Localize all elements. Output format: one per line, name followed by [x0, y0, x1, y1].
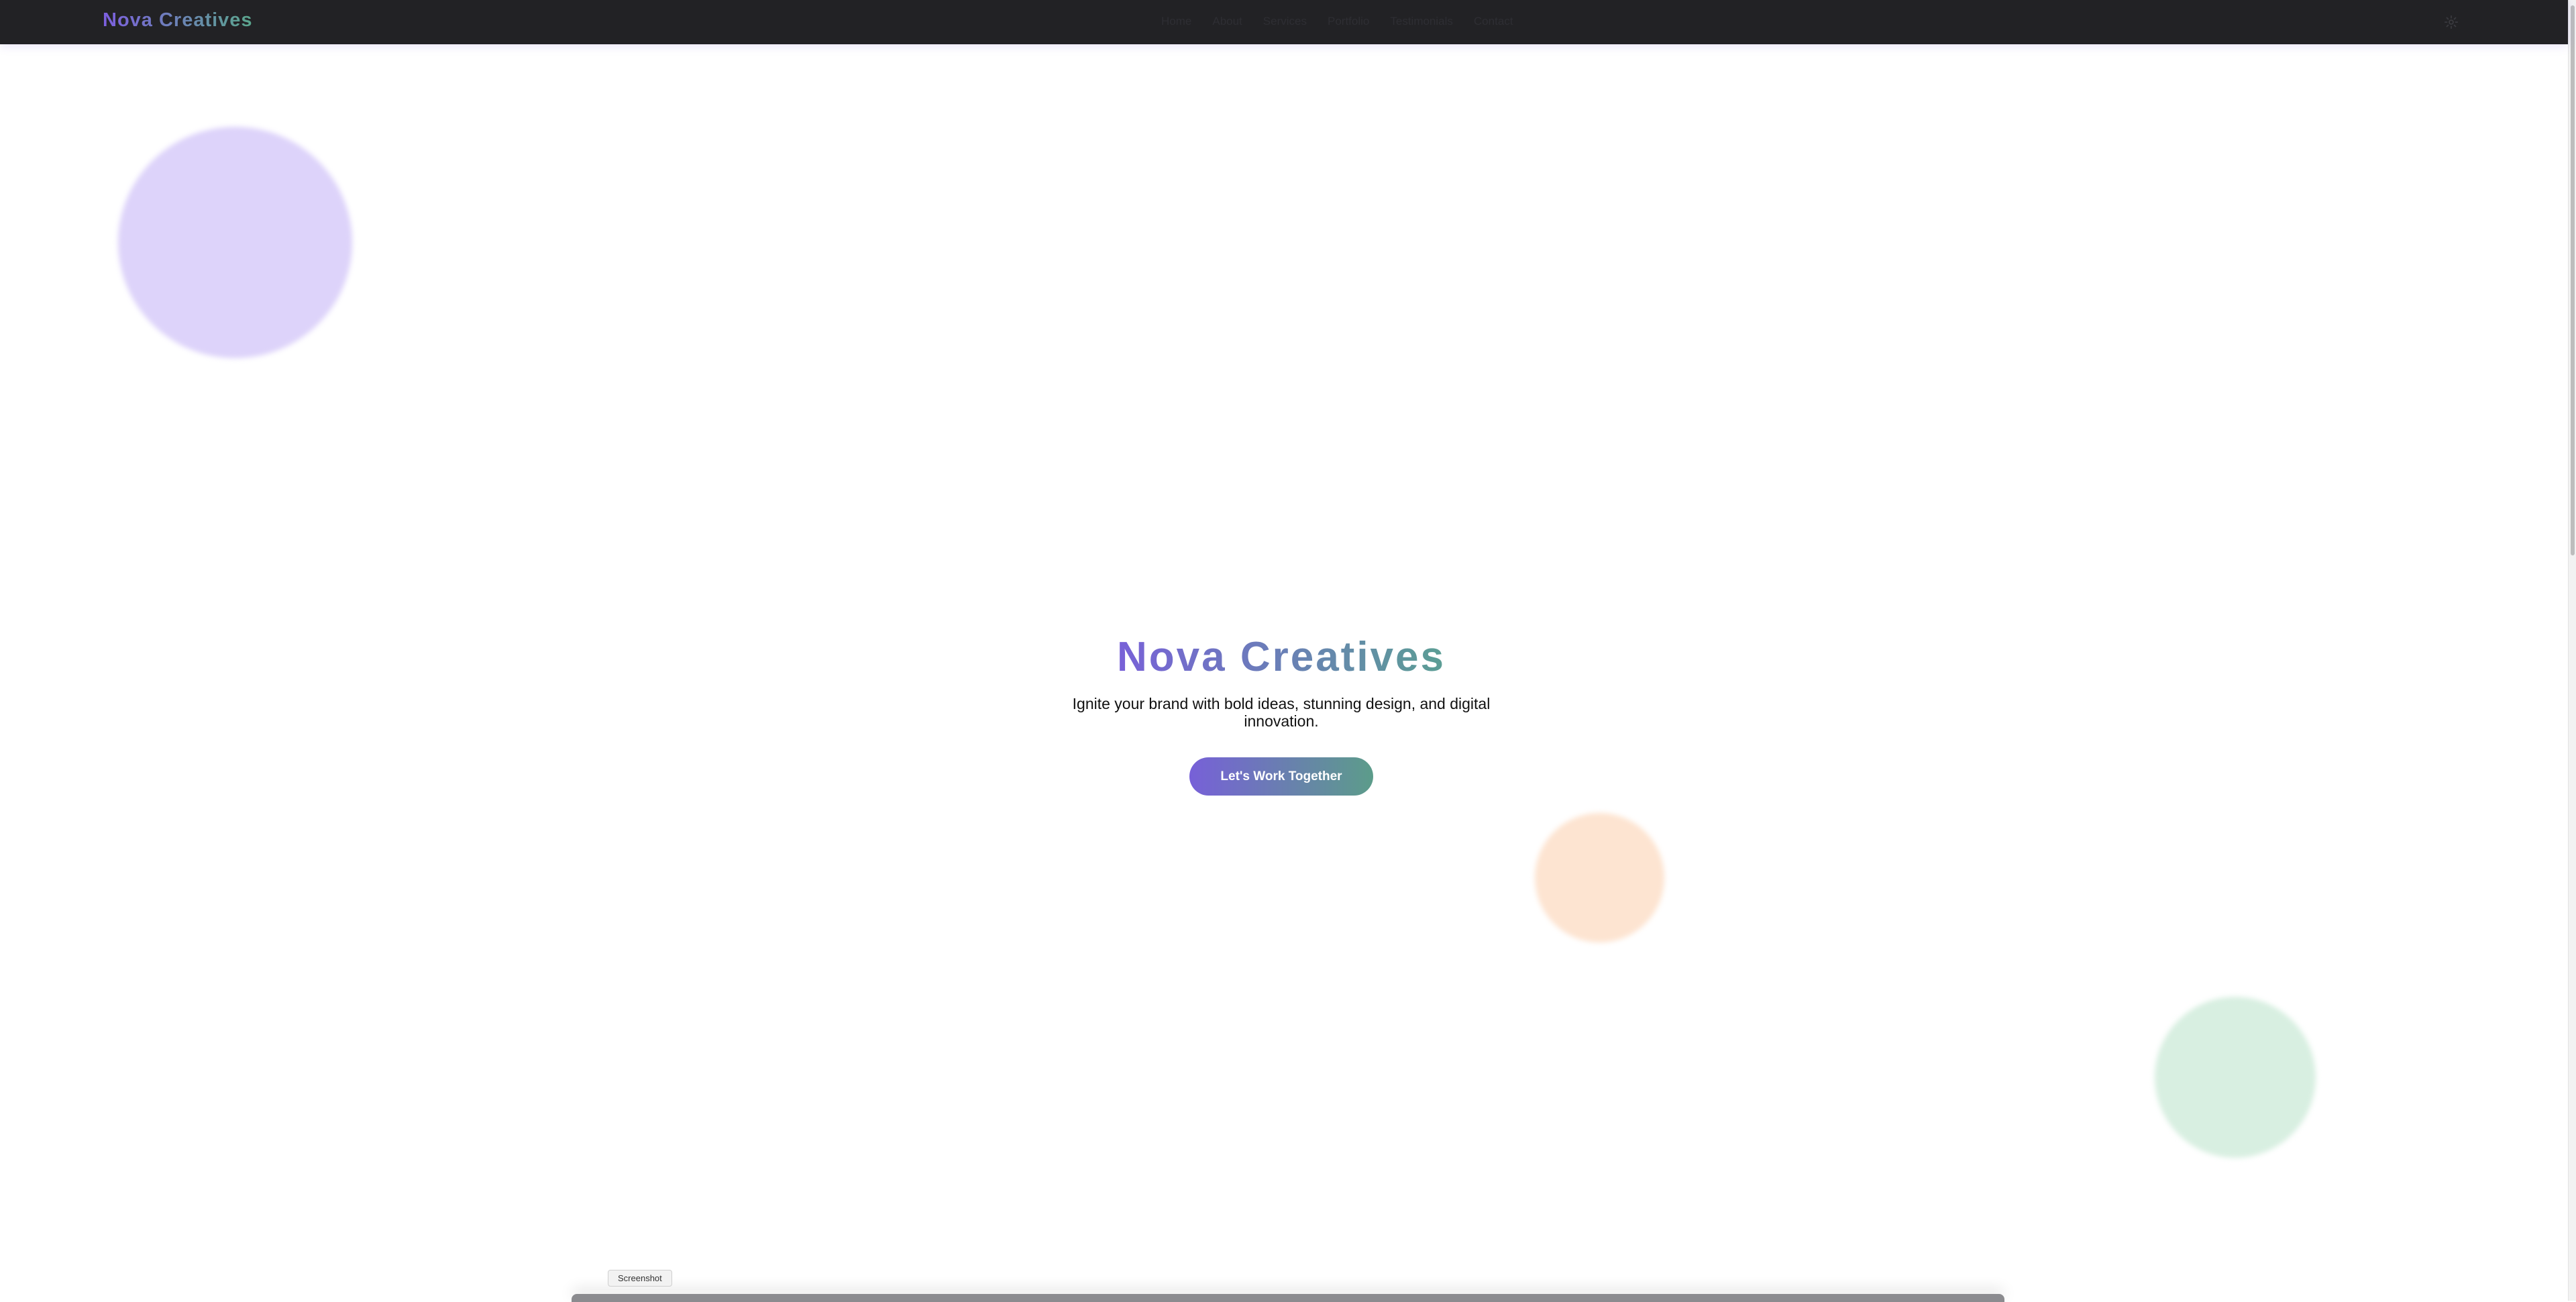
top-navbar: Nova Creatives Home About Services Portf…	[0, 0, 2568, 44]
nav-link-testimonials[interactable]: Testimonials	[1390, 15, 1453, 28]
scrollbar-thumb[interactable]	[2571, 5, 2575, 555]
nav-link-portfolio[interactable]: Portfolio	[1328, 15, 1369, 28]
nav-link-contact[interactable]: Contact	[1474, 15, 1513, 28]
brand-logo[interactable]: Nova Creatives	[103, 9, 253, 32]
hero-title: Nova Creatives	[1117, 624, 1446, 691]
nav-link-services[interactable]: Services	[1263, 15, 1307, 28]
hero-tagline: Ignite your brand with bold ideas, stunn…	[1072, 695, 1491, 730]
decorative-blob-green	[2155, 997, 2316, 1158]
decorative-blob-purple	[118, 127, 352, 358]
dock-edge	[572, 1294, 2004, 1302]
nav-link-about[interactable]: About	[1212, 15, 1242, 28]
cta-button[interactable]: Let's Work Together	[1189, 757, 1373, 796]
nav-link-home[interactable]: Home	[1161, 15, 1191, 28]
decorative-blob-orange	[1535, 813, 1664, 942]
theme-toggle-button[interactable]	[2443, 13, 2460, 31]
screenshot-tooltip: Screenshot	[608, 1270, 672, 1287]
nav-links: Home About Services Portfolio Testimonia…	[1161, 15, 1513, 28]
hero-section: Nova Creatives Ignite your brand with bo…	[1046, 624, 1516, 796]
vertical-scrollbar[interactable]	[2568, 0, 2576, 1301]
gear-icon	[2444, 15, 2459, 30]
